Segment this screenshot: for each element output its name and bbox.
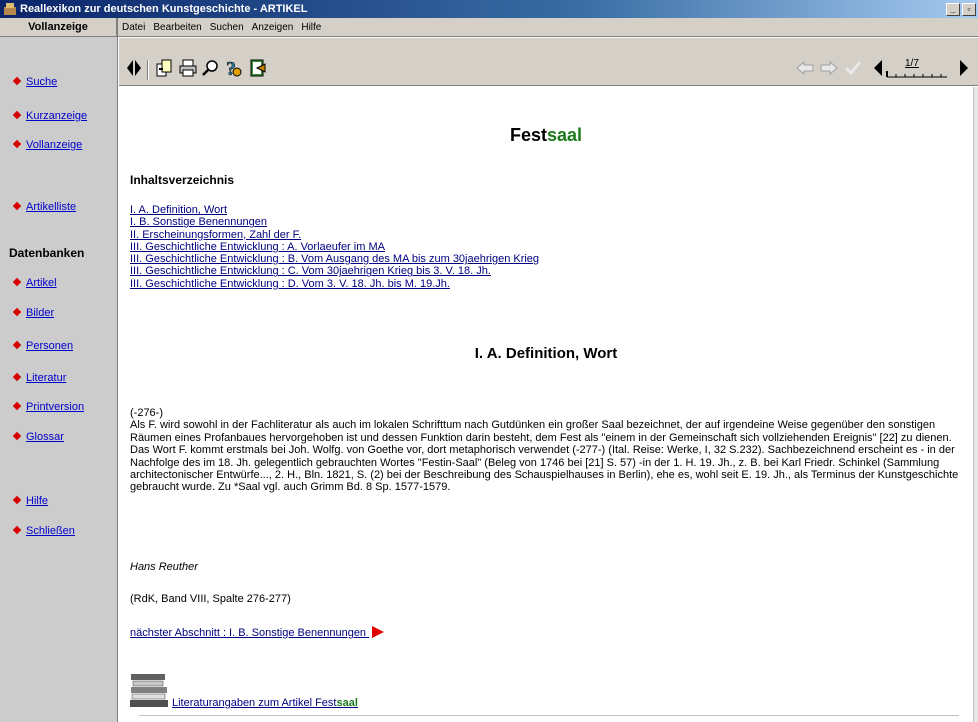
nav-link-hilfe[interactable]: Hilfe <box>26 495 48 507</box>
nav-item-literatur[interactable]: Literatur <box>12 372 66 384</box>
toc-link[interactable]: III. Geschichtliche Entwicklung : A. Vor… <box>130 241 539 253</box>
help-icon[interactable]: ? <box>222 58 244 78</box>
red-diamond-icon <box>12 525 22 535</box>
nav-link-literatur[interactable]: Literatur <box>26 372 66 384</box>
article-title-prefix: Fest <box>509 125 547 145</box>
toc-link[interactable]: I. A. Definition, Wort <box>130 204 539 216</box>
books-icon[interactable] <box>130 672 170 708</box>
paragraph: Das Wort F. kommt erstmals bei Joh. Wolf… <box>130 444 959 494</box>
next-section-link[interactable]: nächster Abschnitt : I. B. Sonstige Bene… <box>130 627 369 639</box>
nav-link-artikelliste[interactable]: Artikelliste <box>26 201 76 213</box>
back-icon[interactable] <box>795 58 815 78</box>
red-diamond-icon <box>12 110 22 120</box>
nav-item-bilder[interactable]: Bilder <box>12 307 54 319</box>
next-page-icon[interactable] <box>957 58 971 78</box>
red-diamond-icon <box>12 372 22 382</box>
app-icon <box>3 2 17 16</box>
nav-item-schliessen[interactable]: Schließen <box>12 525 75 537</box>
nav-item-glossar[interactable]: Glossar <box>12 431 64 443</box>
literature-link-wrap: Literaturangaben zum Artikel Festsaal <box>172 697 358 709</box>
section-body: (-276-) Als F. wird sowohl in der Fachli… <box>130 407 960 494</box>
red-diamond-icon <box>12 495 22 505</box>
menu-bearbeiten[interactable]: Bearbeiten <box>153 22 201 33</box>
split-arrows-icon[interactable] <box>125 58 143 78</box>
databases-heading: Datenbanken <box>9 246 85 260</box>
nav-link-schliessen[interactable]: Schließen <box>26 525 75 537</box>
toc-link[interactable]: II. Erscheinungsformen, Zahl der F. <box>130 229 539 241</box>
paragraph: Als F. wird sowohl in der Fachliteratur … <box>130 419 952 444</box>
author-name: Hans Reuther <box>130 561 198 573</box>
literature-link-prefix: Literaturangaben zum Artikel Fest <box>172 697 337 709</box>
toc-link[interactable]: I. B. Sonstige Benennungen <box>130 216 539 228</box>
nav-link-personen[interactable]: Personen <box>26 340 73 352</box>
left-nav-panel: Vollanzeige Suche Kurzanzeige Vollanzeig… <box>0 18 118 722</box>
nav-item-personen[interactable]: Personen <box>12 340 73 352</box>
literature-link-highlight: saal <box>336 697 358 709</box>
nav-link-vollanzeige[interactable]: Vollanzeige <box>26 139 82 151</box>
toc-link[interactable]: III. Geschichtliche Entwicklung : B. Vom… <box>130 253 539 265</box>
table-of-contents: I. A. Definition, Wort I. B. Sonstige Be… <box>130 204 539 290</box>
red-diamond-icon <box>12 139 22 149</box>
page-indicator-text: 1/7 <box>905 58 919 69</box>
red-diamond-icon <box>12 401 22 411</box>
nav-item-vollanzeige[interactable]: Vollanzeige <box>12 139 82 151</box>
section-title: I. A. Definition, Wort <box>474 345 618 362</box>
article-title-highlight: saal <box>546 125 583 145</box>
toc-link[interactable]: III. Geschichtliche Entwicklung : D. Vom… <box>130 278 539 290</box>
nav-item-kurzanzeige[interactable]: Kurzanzeige <box>12 110 87 122</box>
red-diamond-icon <box>12 201 22 211</box>
page-indicator: 1/7 <box>885 58 955 78</box>
nav-link-glossar[interactable]: Glossar <box>26 431 64 443</box>
red-diamond-icon <box>12 76 22 86</box>
next-section: nächster Abschnitt : I. B. Sonstige Bene… <box>130 626 385 639</box>
paragraph: (-276-) <box>130 407 164 419</box>
red-diamond-icon <box>12 307 22 317</box>
nav-item-hilfe[interactable]: Hilfe <box>12 495 48 507</box>
check-icon[interactable] <box>843 58 863 78</box>
window-title: Reallexikon zur deutschen Kunstgeschicht… <box>20 3 308 15</box>
toc-link[interactable]: III. Geschichtliche Entwicklung : C. Vom… <box>130 265 539 277</box>
toc-heading: Inhaltsverzeichnis <box>130 173 235 187</box>
toolbar: ? 1/7 <box>119 38 978 86</box>
red-diamond-icon <box>12 340 22 350</box>
source-citation: (RdK, Band VIII, Spalte 276-277) <box>130 593 291 605</box>
nav-link-artikel[interactable]: Artikel <box>26 277 57 289</box>
nav-item-printversion[interactable]: Printversion <box>12 401 84 413</box>
article-title: Festsaal <box>119 125 973 146</box>
menu-bar: Datei Bearbeiten Suchen Anzeigen Hilfe <box>118 18 978 37</box>
divider <box>139 715 959 716</box>
nav-link-bilder[interactable]: Bilder <box>26 307 54 319</box>
red-diamond-icon <box>12 431 22 441</box>
menu-suchen[interactable]: Suchen <box>210 22 244 33</box>
exit-icon[interactable] <box>247 58 269 78</box>
forward-icon[interactable] <box>819 58 839 78</box>
nav-link-suche[interactable]: Suche <box>26 76 57 88</box>
minimize-button[interactable]: _ <box>946 2 960 16</box>
red-arrow-icon[interactable] <box>372 626 385 638</box>
print-icon[interactable] <box>178 58 198 78</box>
nav-item-suche[interactable]: Suche <box>12 76 57 88</box>
nav-item-artikelliste[interactable]: Artikelliste <box>12 201 76 213</box>
nav-link-printversion[interactable]: Printversion <box>26 401 84 413</box>
nav-link-kurzanzeige[interactable]: Kurzanzeige <box>26 110 87 122</box>
scrollbar[interactable] <box>973 87 978 722</box>
prev-page-icon[interactable] <box>871 58 885 78</box>
left-panel-header: Vollanzeige <box>0 18 117 37</box>
window-title-bar: Reallexikon zur deutschen Kunstgeschicht… <box>0 0 978 18</box>
literature-link[interactable]: Literaturangaben zum Artikel Festsaal <box>172 697 358 709</box>
menu-anzeigen[interactable]: Anzeigen <box>252 22 294 33</box>
restore-button[interactable]: ▫ <box>962 2 976 16</box>
red-diamond-icon <box>12 277 22 287</box>
nav-item-artikel[interactable]: Artikel <box>12 277 57 289</box>
copy-icon[interactable] <box>155 58 175 78</box>
menu-datei[interactable]: Datei <box>122 22 145 33</box>
menu-hilfe[interactable]: Hilfe <box>301 22 321 33</box>
article-content: Festsaal Inhaltsverzeichnis I. A. Defini… <box>119 87 973 722</box>
find-icon[interactable] <box>200 58 220 78</box>
